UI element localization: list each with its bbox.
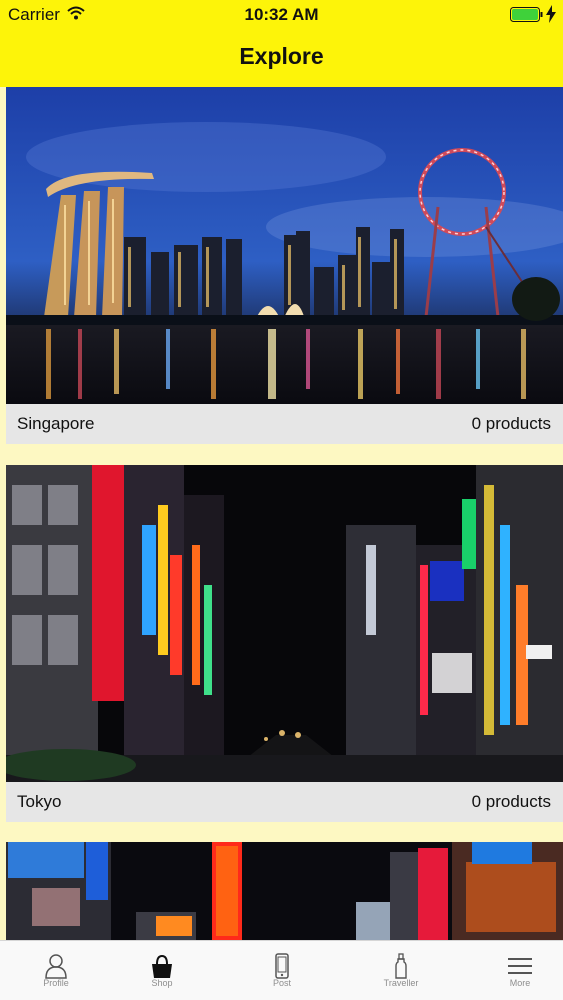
tokyo-photo <box>6 465 563 782</box>
bottle-icon <box>395 953 407 979</box>
tab-profile[interactable]: Profile <box>0 941 112 1000</box>
tab-label: Traveller <box>383 978 419 988</box>
tab-label: More <box>509 978 531 988</box>
card-product-count: 0 products <box>471 792 551 811</box>
tab-bar: Profile Shop Post Traveller More <box>0 940 563 1000</box>
card-info-bar: Tokyo 0 products <box>6 782 563 822</box>
destination-card-tokyo[interactable]: Tokyo 0 products <box>6 465 563 823</box>
status-bar: Carrier 10:32 AM <box>0 0 563 30</box>
person-icon <box>45 954 67 979</box>
clock-time: 10:32 AM <box>244 5 319 24</box>
charging-bolt-icon <box>546 5 556 23</box>
singapore-photo <box>6 87 563 404</box>
osaka-photo <box>6 842 563 940</box>
tab-label: Post <box>272 978 291 988</box>
card-product-count: 0 products <box>471 414 551 433</box>
tab-shop[interactable]: Shop <box>106 941 218 1000</box>
tab-label: Shop <box>151 978 173 988</box>
navigation-header: Carrier 10:32 AM Explore <box>0 0 563 87</box>
card-city-name: Tokyo <box>17 792 62 811</box>
destination-card-osaka[interactable] <box>6 842 563 940</box>
destination-card-singapore[interactable]: Singapore 0 products <box>6 87 563 445</box>
tab-label: Profile <box>43 978 69 988</box>
menu-icon <box>508 958 532 974</box>
shopping-bag-icon <box>152 954 172 978</box>
tab-post[interactable]: Post <box>226 941 338 1000</box>
tab-more[interactable]: More <box>464 941 563 1000</box>
phone-icon <box>275 953 289 979</box>
card-city-name: Singapore <box>17 414 95 433</box>
card-info-bar: Singapore 0 products <box>6 404 563 444</box>
page-title: Explore <box>239 43 324 69</box>
tab-traveller[interactable]: Traveller <box>345 941 457 1000</box>
battery-icon <box>510 7 543 22</box>
